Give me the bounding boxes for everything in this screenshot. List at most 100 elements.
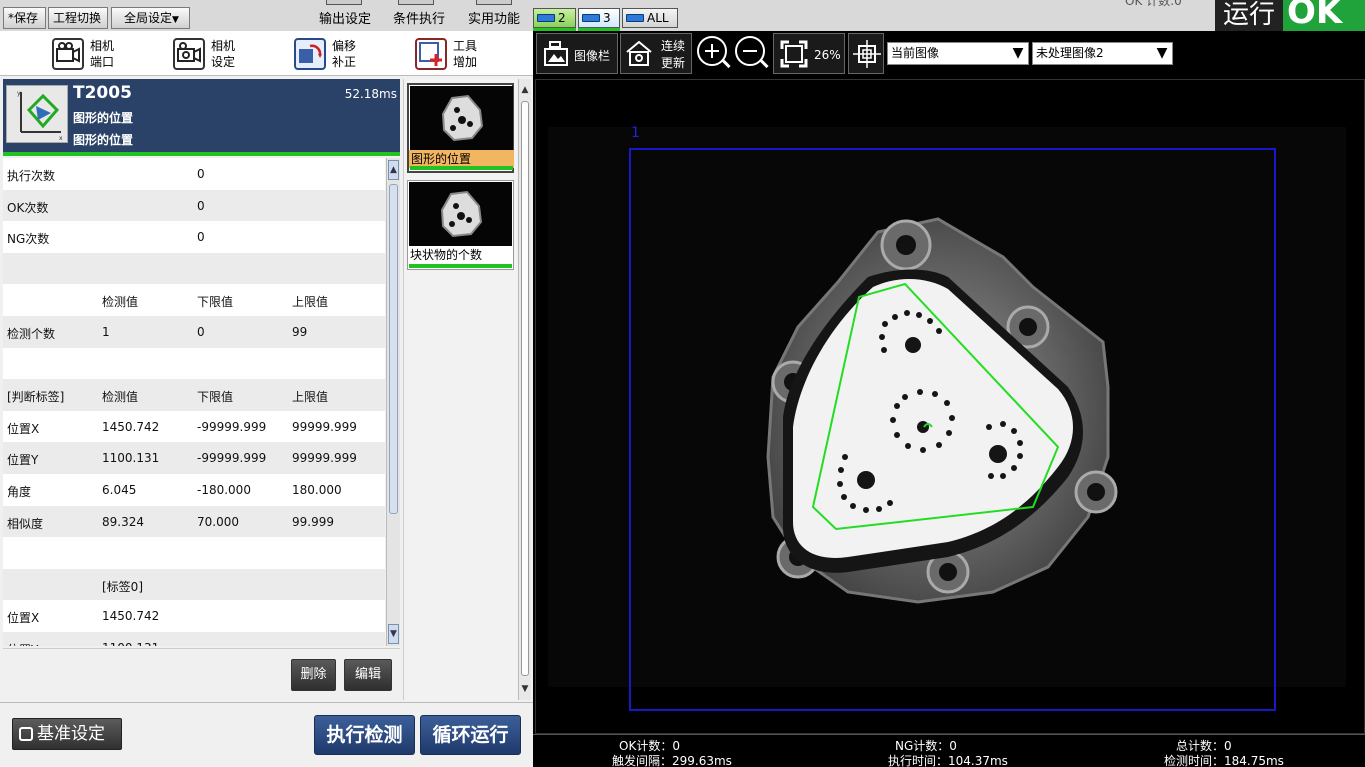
- image-source-select[interactable]: 当前图像 ▼: [887, 42, 1029, 65]
- table-cell: -180.000: [197, 482, 251, 497]
- table-cell: 1100.131: [102, 641, 159, 646]
- chevron-down-icon: ▼: [1012, 45, 1024, 61]
- camera-tab-all[interactable]: ALL: [622, 8, 678, 28]
- svg-text:x: x: [59, 135, 63, 142]
- continuous-update-icon: [626, 40, 652, 66]
- table-cell: 6.045: [102, 482, 137, 497]
- result-table: 执行次数 0 OK次数 0 NG次数 0 检测值 下限值 上限值 检测个数 1 0 99 [判断标签] 检测…: [3, 158, 385, 646]
- scroll-up-icon[interactable]: ▲: [520, 81, 530, 99]
- scrollbar-thumb[interactable]: [389, 184, 398, 514]
- thumbnail-scrollbar[interactable]: ▲ ▼: [518, 79, 531, 700]
- table-cell: 180.000: [292, 482, 342, 497]
- camera-icon: [582, 14, 600, 22]
- camera-settings-button[interactable]: 相机 设定: [173, 36, 253, 72]
- image-select-value: 未处理图像2: [1036, 46, 1104, 60]
- condition-exec-icon: [398, 0, 434, 5]
- table-row[interactable]: [3, 348, 385, 380]
- table-row[interactable]: 检测值 下限值 上限值: [3, 284, 385, 316]
- standard-settings-button[interactable]: 基准设定: [12, 718, 122, 750]
- bottom-action-bar: 基准设定 执行检测 循环运行: [0, 702, 533, 767]
- scroll-up-icon[interactable]: ▲: [388, 160, 399, 180]
- table-row[interactable]: 位置Y 1100.131: [3, 631, 385, 646]
- image-bar-button[interactable]: 图像栏: [536, 33, 618, 74]
- thumbnail-image: [410, 86, 513, 150]
- loop-run-button[interactable]: 循环运行: [420, 715, 521, 755]
- tool-add-button[interactable]: 工具 增加: [415, 36, 495, 72]
- table-cell: 执行次数: [7, 169, 56, 183]
- table-cell: 相似度: [7, 516, 44, 531]
- table-cell: -99999.999: [197, 451, 267, 466]
- table-row[interactable]: 相似度 89.324 70.000 99.999: [3, 505, 385, 538]
- tool-id: T2005: [73, 83, 132, 103]
- roi-display-button[interactable]: [848, 33, 884, 74]
- camera-port-label-2: 端口: [90, 55, 115, 69]
- table-cell: -99999.999: [197, 419, 267, 434]
- continuous-update-button[interactable]: 连续 更新: [620, 33, 692, 74]
- table-row[interactable]: 角度 6.045 -180.000 180.000: [3, 474, 385, 506]
- table-row[interactable]: [判断标签] 检测值 下限值 上限值: [3, 379, 385, 411]
- table-cell: 位置Y: [7, 453, 39, 468]
- utility-icon: [476, 0, 512, 5]
- roi-frame-icon: [853, 40, 881, 68]
- table-row[interactable]: [3, 252, 385, 285]
- fit-zoom-button[interactable]: 26%: [773, 33, 845, 74]
- camera-tab-label: 2: [558, 11, 566, 25]
- table-row[interactable]: 位置Y 1100.131 -99999.999 99999.999: [3, 442, 385, 474]
- zoom-out-icon[interactable]: [735, 36, 769, 69]
- result-table-scrollbar[interactable]: ▲ ▼: [386, 158, 400, 646]
- utility-menu[interactable]: 实用功能: [468, 8, 520, 27]
- camera-tab-label: 3: [603, 11, 611, 25]
- scroll-down-icon[interactable]: ▼: [388, 624, 399, 644]
- output-settings-menu[interactable]: 输出设定: [319, 8, 371, 27]
- execute-detect-button[interactable]: 执行检测: [314, 715, 415, 755]
- camera-port-button[interactable]: 相机 端口: [52, 36, 132, 72]
- tool-exec-time: 52.18ms: [344, 87, 397, 101]
- table-row[interactable]: 检测个数 1 0 99: [3, 315, 385, 348]
- table-row[interactable]: [3, 537, 385, 569]
- zoom-in-icon[interactable]: [697, 36, 731, 69]
- camera-tab-2[interactable]: 2: [533, 8, 576, 28]
- table-cell: 下限值: [197, 390, 234, 405]
- scrollbar-thumb[interactable]: [521, 101, 529, 676]
- table-cell: 检测个数: [7, 326, 56, 341]
- table-row[interactable]: 位置X 1450.742 -99999.999 99999.999: [3, 411, 385, 443]
- table-cell: 0: [197, 198, 205, 213]
- delete-button[interactable]: 删除: [291, 659, 336, 691]
- project-switch-button[interactable]: 工程切换: [48, 7, 108, 29]
- image-viewer[interactable]: 1: [535, 79, 1365, 734]
- global-settings-button[interactable]: 全局设定▼: [111, 7, 190, 29]
- left-toolbar: 相机端口 相机 设定 偏移 补正 工具 增加: [0, 31, 533, 76]
- table-row[interactable]: 执行次数 0: [3, 158, 385, 190]
- thumbnail-status-bar: [409, 264, 512, 268]
- camera-tab-3[interactable]: 3: [578, 8, 620, 28]
- table-cell: 99999.999: [292, 451, 357, 466]
- pattern-position-tool-icon: y x: [6, 85, 68, 143]
- offset-correction-icon: [294, 38, 326, 70]
- table-row[interactable]: NG次数 0: [3, 221, 385, 253]
- camera-icon: [537, 14, 555, 22]
- zoom-level: 26%: [814, 48, 841, 62]
- tool-thumbnail[interactable]: 图形的位置: [407, 83, 514, 173]
- table-row[interactable]: [标签0]: [3, 568, 385, 601]
- app-window: *保存 工程切换 全局设定▼ 输出设定 条件执行 实用功能 2 3 ALL OK…: [0, 0, 1365, 767]
- image-select[interactable]: 未处理图像2 ▼: [1032, 42, 1173, 65]
- thumbnail-caption: 块状物的个数: [410, 248, 483, 262]
- save-button[interactable]: *保存: [3, 7, 46, 29]
- tool-custom-name: 图形的位置: [73, 133, 134, 147]
- standard-settings-label: 基准设定: [37, 724, 105, 744]
- tool-type-name: 图形的位置: [73, 111, 134, 125]
- table-row[interactable]: OK次数 0: [3, 189, 385, 222]
- camera-icon: [626, 14, 644, 22]
- tool-add-label-2: 增加: [453, 55, 478, 69]
- scroll-down-icon[interactable]: ▼: [520, 680, 530, 698]
- camera-port-label-1: 相机: [90, 39, 115, 53]
- offset-correction-button[interactable]: 偏移 补正: [294, 36, 374, 72]
- table-row[interactable]: 位置X 1450.742: [3, 600, 385, 632]
- search-region-box[interactable]: [629, 148, 1276, 711]
- judgment-ok-indicator: OK: [1283, 0, 1365, 31]
- condition-exec-menu[interactable]: 条件执行: [393, 8, 445, 27]
- table-cell: 99999.999: [292, 419, 357, 434]
- table-cell: 上限值: [292, 390, 329, 405]
- tool-thumbnail[interactable]: 块状物的个数: [407, 180, 514, 270]
- edit-button[interactable]: 编辑: [344, 659, 392, 691]
